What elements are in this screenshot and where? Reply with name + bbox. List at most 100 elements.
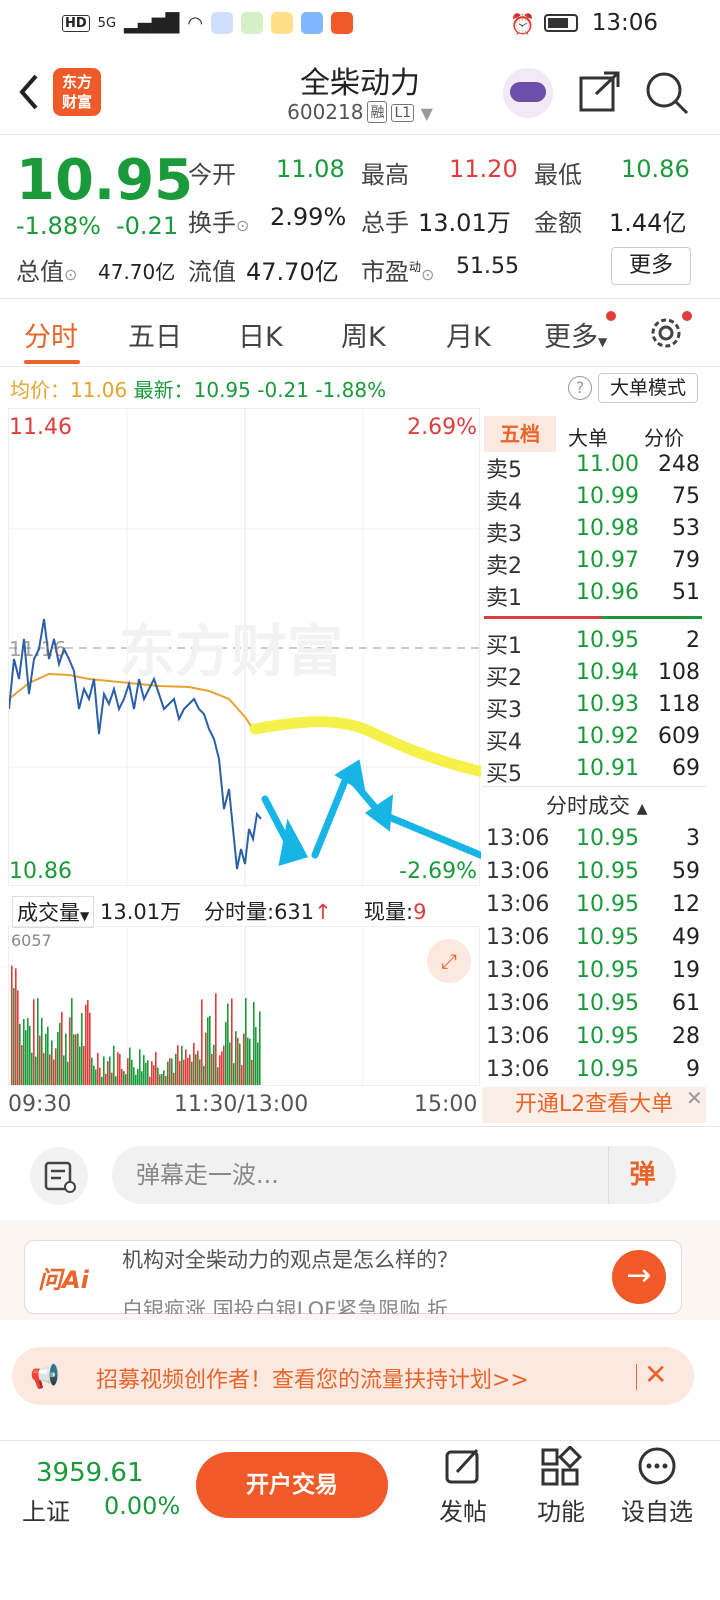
app-icon xyxy=(331,12,354,34)
volume-bar xyxy=(95,1069,97,1085)
trade-button[interactable]: 开户交易 xyxy=(196,1452,388,1518)
ob-divider xyxy=(482,786,706,787)
more-quote-button[interactable]: 更多 xyxy=(611,247,691,285)
settings-gear-icon[interactable] xyxy=(648,315,684,351)
share-icon[interactable] xyxy=(578,70,622,118)
volume-selector[interactable]: 成交量▼ xyxy=(12,896,95,928)
volume-bar xyxy=(229,1042,231,1085)
battery-icon xyxy=(544,14,578,32)
index-pct[interactable]: 0.00% xyxy=(104,1492,180,1520)
volume-bar xyxy=(197,1050,199,1085)
search-icon[interactable] xyxy=(644,70,690,120)
help-icon[interactable]: ? xyxy=(568,376,592,400)
volume-bar xyxy=(73,1034,75,1085)
volume-bar xyxy=(71,998,73,1085)
volume-bar xyxy=(243,1033,245,1085)
volume-bar xyxy=(103,1056,105,1085)
volume-bar xyxy=(137,1068,139,1085)
minute-volume: 分时量:631↑ xyxy=(204,900,332,924)
index-value[interactable]: 3959.61 xyxy=(36,1458,144,1488)
time-axis-end: 15:00 xyxy=(414,1092,478,1117)
expand-icon[interactable]: ⤢ xyxy=(427,939,471,983)
chart-top-price: 11.46 xyxy=(9,415,72,440)
volume-bar xyxy=(91,1057,93,1085)
danmaku-send-button[interactable]: 弹 xyxy=(608,1146,676,1204)
wifi-icon: ◠ xyxy=(187,12,204,34)
banner-text[interactable]: 招募视频创作者！查看您的流量扶持计划>> xyxy=(96,1362,529,1394)
volume-bar xyxy=(231,998,233,1085)
volume-bar xyxy=(191,1061,193,1085)
tab-weekly-k[interactable]: 周K xyxy=(341,315,386,354)
volume-bar xyxy=(63,1055,65,1085)
tab-five-day[interactable]: 五日 xyxy=(128,315,182,354)
volume-bar xyxy=(47,1026,49,1085)
tick-row: 13:06 10.95 9 xyxy=(486,1057,700,1082)
volume-bar xyxy=(205,1032,207,1085)
volume-bar xyxy=(57,1032,59,1085)
volume-bar xyxy=(15,968,17,1085)
nav-watchlist[interactable]: 设自选 xyxy=(612,1446,702,1527)
volume-bar xyxy=(139,1049,141,1085)
close-icon[interactable]: ✕ xyxy=(686,1086,703,1110)
ai-question-next[interactable]: 白银疯涨 国投白银LOF紧急限购 折 xyxy=(122,1294,448,1314)
app-icon xyxy=(301,12,324,34)
volume-bar xyxy=(147,1060,149,1085)
volume-bar xyxy=(217,1067,219,1085)
volume-bar xyxy=(227,1003,229,1085)
volume-bar xyxy=(259,1011,261,1085)
chart-tabs: 分时 五日 日K 周K 月K 更多▼ xyxy=(0,311,720,355)
header-divider xyxy=(0,134,720,135)
tab-daily-k[interactable]: 日K xyxy=(238,315,283,354)
volume-bar xyxy=(175,1053,177,1085)
volume-bar xyxy=(27,1017,29,1085)
volume-bar xyxy=(21,1045,23,1085)
avg-price: 11.06 xyxy=(70,378,128,402)
tab-more[interactable]: 更多▼ xyxy=(544,315,607,354)
volume-bar xyxy=(211,1053,213,1085)
ticks-title[interactable]: 分时成交 ▲ xyxy=(546,790,647,820)
volume-bar xyxy=(255,1027,257,1085)
tab-intraday[interactable]: 分时 xyxy=(24,315,78,354)
volume-bar xyxy=(41,1017,43,1085)
ai-question[interactable]: 机构对全柴动力的观点是怎么样的？ xyxy=(122,1244,458,1274)
stock-code: 600218 xyxy=(287,100,364,124)
volume-bar xyxy=(133,1067,135,1085)
margin-tag: 融 xyxy=(367,101,388,123)
tab-price-distribution[interactable]: 分价 xyxy=(644,422,684,451)
tab-five-level[interactable]: 五档 xyxy=(484,416,556,452)
volume-bar xyxy=(183,1059,185,1085)
nav-functions[interactable]: 功能 xyxy=(516,1446,606,1527)
volume-bar xyxy=(209,1015,211,1085)
quote-amount: 金额 xyxy=(534,209,582,237)
banner-close-icon[interactable]: ✕ xyxy=(644,1358,667,1391)
volume-bar xyxy=(245,997,247,1085)
index-name[interactable]: 上证 xyxy=(22,1492,70,1527)
volume-bar xyxy=(31,1052,33,1085)
danmaku-settings-icon[interactable] xyxy=(30,1147,88,1205)
volume-chart[interactable]: 6057 ⤢ xyxy=(8,926,480,1087)
volume-bar xyxy=(157,1067,159,1085)
intraday-chart[interactable]: 东方财富 11.46 2.69% 11.16 10.86 -2.69% xyxy=(8,408,531,887)
quote-low-value: 10.86 xyxy=(621,155,690,183)
volume-bar xyxy=(189,1054,191,1085)
tab-big-order[interactable]: 大单 xyxy=(568,422,608,451)
tick-row: 13:06 10.95 3 xyxy=(486,826,700,851)
big-order-mode-button[interactable]: 大单模式 xyxy=(598,373,698,403)
volume-bar xyxy=(109,1056,111,1085)
volume-bar xyxy=(87,1000,89,1085)
volume-bar xyxy=(253,1001,255,1085)
ai-go-arrow-icon[interactable]: → xyxy=(612,1250,666,1304)
open-l2-button[interactable]: 开通L2查看大单 xyxy=(482,1087,706,1123)
robot-avatar-icon[interactable] xyxy=(503,68,553,118)
yellow-highlight-mark xyxy=(249,716,531,783)
nav-post[interactable]: 发帖 xyxy=(418,1446,508,1527)
volume-bar xyxy=(55,1048,57,1085)
tab-monthly-k[interactable]: 月K xyxy=(446,315,491,354)
danmaku-input[interactable]: 弹幕走一波... xyxy=(112,1146,676,1204)
volume-bar xyxy=(125,1074,127,1085)
time-axis-mid: 11:30/13:00 xyxy=(174,1092,309,1117)
volume-bars xyxy=(11,927,364,1087)
volume-bar xyxy=(61,1011,63,1085)
notification-dot xyxy=(682,311,692,321)
chart-mid-price: 11.16 xyxy=(9,637,67,661)
